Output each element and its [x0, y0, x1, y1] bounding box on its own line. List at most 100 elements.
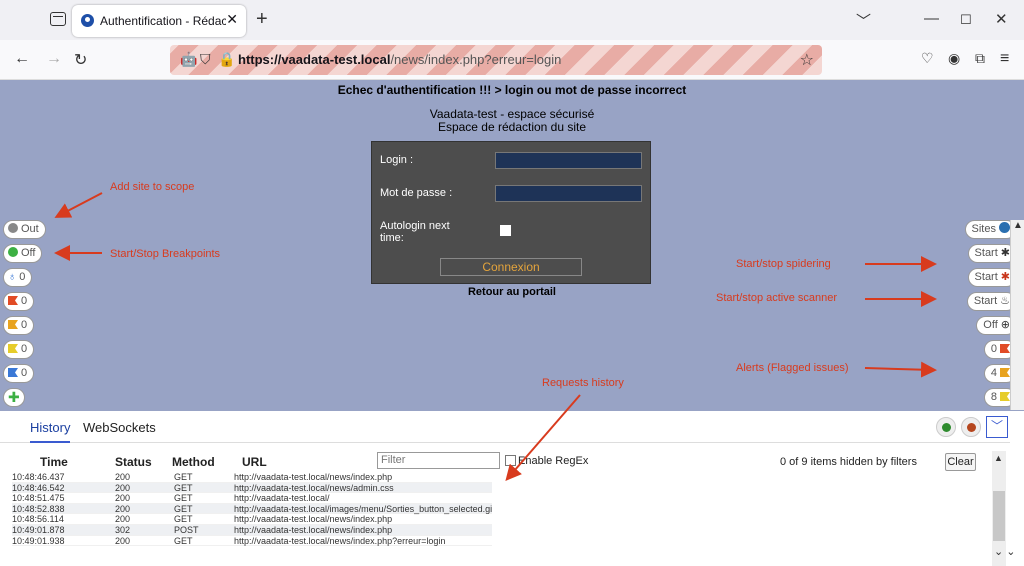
extensions-icon[interactable]: ⧉ [975, 50, 985, 67]
tab-close-icon[interactable]: ✕ [226, 11, 238, 28]
tab-history[interactable]: History [30, 420, 71, 443]
page-scrollbar[interactable]: ▲ [1010, 220, 1024, 410]
login-label: Login : [380, 154, 414, 166]
bookmark-star-icon[interactable]: ☆ [800, 50, 814, 70]
panel-tabs: History WebSockets ﹀ [0, 411, 1010, 443]
hud-medium-count: 0 [21, 319, 28, 331]
break-toggle-button[interactable] [936, 417, 956, 437]
login-input[interactable] [495, 152, 642, 169]
hud-sites-button[interactable]: Sites [964, 220, 1016, 239]
hud-active-scan-label: Start [973, 295, 998, 307]
page-content: Echec d'authentification !!! > login ou … [0, 80, 1024, 411]
hud-sites-label: Sites [971, 223, 996, 235]
cell-method: GET [174, 503, 193, 514]
autologin-checkbox[interactable] [500, 225, 511, 236]
new-tab-button[interactable]: + [256, 8, 268, 31]
filter-input[interactable]: Filter [377, 452, 500, 469]
proxy-robot-icon[interactable]: 🤖 [180, 51, 197, 68]
minimize-icon[interactable]: — [924, 10, 939, 27]
col-method[interactable]: Method [172, 455, 215, 469]
hud-scope-button[interactable]: Out [3, 220, 46, 239]
cell-status: 200 [115, 482, 131, 493]
cell-status: 200 [115, 535, 131, 546]
hud-alerts-info-left[interactable]: 0 [3, 364, 35, 383]
col-url[interactable]: URL [242, 455, 267, 469]
panel-collapse-button[interactable]: ﹀ [986, 416, 1008, 438]
bulb-icon: ♁ [8, 271, 17, 283]
back-to-portal-link[interactable]: Retour au portail [0, 286, 1024, 298]
hud-alerts-low-left[interactable]: 0 [3, 340, 35, 359]
menu-icon[interactable]: ≡ [1000, 50, 1009, 68]
table-row[interactable]: 10:48:52.838 200 GET http://vaadata-test.lo… [12, 503, 492, 515]
annotation-history: Requests history [542, 377, 624, 389]
table-row[interactable]: 10:48:46.437 200 GET http://vaadata-test.lo… [12, 472, 492, 483]
hud-alerts-medium-left[interactable]: 0 [3, 316, 35, 335]
connexion-button[interactable]: Connexion [440, 258, 582, 276]
forward-icon[interactable]: → [46, 50, 62, 68]
orange-flag-icon [8, 320, 18, 329]
cell-status: 200 [115, 472, 131, 482]
globe-icon [999, 222, 1010, 233]
annotation-spidering: Start/stop spidering [736, 258, 831, 270]
hud-ajax-spider-button[interactable]: Start ✱ [967, 268, 1016, 287]
breakpoint-dot-icon [8, 247, 18, 257]
table-row[interactable]: 10:49:01.878 302 POST http://vaadata-test.l… [12, 524, 492, 536]
flame-icon: ♨ [1000, 295, 1010, 307]
hud-spider-button[interactable]: Start ✱ [967, 244, 1016, 263]
hud-info-button[interactable]: ♁ 0 [3, 268, 33, 287]
annotation-breakpoints: Start/Stop Breakpoints [110, 248, 221, 260]
cell-time: 10:48:52.838 [12, 503, 65, 514]
pocket-icon[interactable]: ♡ [921, 50, 934, 67]
clear-button[interactable]: Clear [945, 453, 976, 471]
plus-icon: ✚ [8, 389, 20, 405]
shield-icon[interactable]: ⛉ [200, 51, 211, 68]
maximize-icon[interactable]: ☐ [960, 12, 972, 28]
table-row[interactable]: 10:48:51.475 200 GET http://vaadata-test.lo… [12, 493, 492, 504]
cell-url: http://vaadata-test.local/news/index.php… [234, 535, 446, 546]
cell-time: 10:48:56.114 [12, 514, 64, 525]
cell-status: 200 [115, 514, 131, 525]
hud-page-medium-count: 4 [990, 367, 997, 379]
scroll-up-icon[interactable]: ▲ [994, 453, 1003, 463]
annotation-alerts: Alerts (Flagged issues) [736, 362, 849, 374]
table-row[interactable]: 10:49:01.938 200 GET http://vaadata-test.lo… [12, 536, 492, 547]
tab-websockets[interactable]: WebSockets [83, 420, 156, 435]
cell-time: 10:49:01.938 [12, 535, 65, 546]
account-icon[interactable]: ◉ [948, 50, 960, 67]
scroll-thumb[interactable] [993, 491, 1005, 541]
hud-page-low-count: 8 [990, 391, 997, 403]
lock-icon[interactable]: 🔒 [218, 51, 235, 68]
browser-tab[interactable]: Authentification - Rédaction de ✕ [72, 5, 246, 37]
hud-attack-mode-label: Off [983, 319, 998, 331]
address-bar[interactable]: 🤖 ⛉ 🔒 https://vaadata-test.local/news/in… [170, 45, 822, 75]
hud-add-tool-button[interactable]: ✚ [3, 388, 25, 407]
col-status[interactable]: Status [115, 455, 152, 469]
table-row[interactable]: 10:48:56.114 200 GET http://vaadata-test.lo… [12, 514, 492, 525]
autologin-label-2: time: [380, 232, 404, 244]
scroll-up-icon[interactable]: ▲ [1013, 220, 1023, 231]
hud-active-scan-button[interactable]: Start ♨ [966, 292, 1016, 311]
annotation-scope: Add site to scope [110, 181, 195, 193]
cell-method: GET [174, 535, 193, 546]
cell-url: http://vaadata-test.local/ [234, 493, 330, 504]
tab-list-icon[interactable] [50, 12, 66, 26]
scope-dot-icon [8, 223, 18, 233]
password-input[interactable] [495, 185, 642, 202]
reload-icon[interactable]: ↻ [74, 50, 87, 70]
hud-breakpoints-label: Off [21, 247, 36, 259]
col-time[interactable]: Time [40, 455, 68, 469]
hud-info-flag-count: 0 [21, 367, 28, 379]
bug-button[interactable] [961, 417, 981, 437]
spider-red-icon: ✱ [1000, 271, 1010, 283]
close-window-icon[interactable]: ✕ [995, 10, 1008, 28]
table-row[interactable]: 10:48:46.542 200 GET http://vaadata-test.lo… [12, 482, 492, 494]
blue-flag-icon [8, 368, 18, 377]
regex-checkbox[interactable] [505, 455, 516, 466]
scroll-down-icon[interactable]: ⌄ ⌄ [994, 545, 1016, 558]
tab-overflow-chevron-icon[interactable]: ﹀ [856, 10, 871, 31]
hud-spider-label: Start [974, 247, 998, 259]
hud-breakpoints-button[interactable]: Off [3, 244, 43, 263]
tab-bar: Authentification - Rédaction de ✕ + ﹀ — … [0, 0, 1024, 40]
hud-alerts-high-left[interactable]: 0 [3, 292, 35, 311]
back-icon[interactable]: ← [14, 50, 30, 68]
